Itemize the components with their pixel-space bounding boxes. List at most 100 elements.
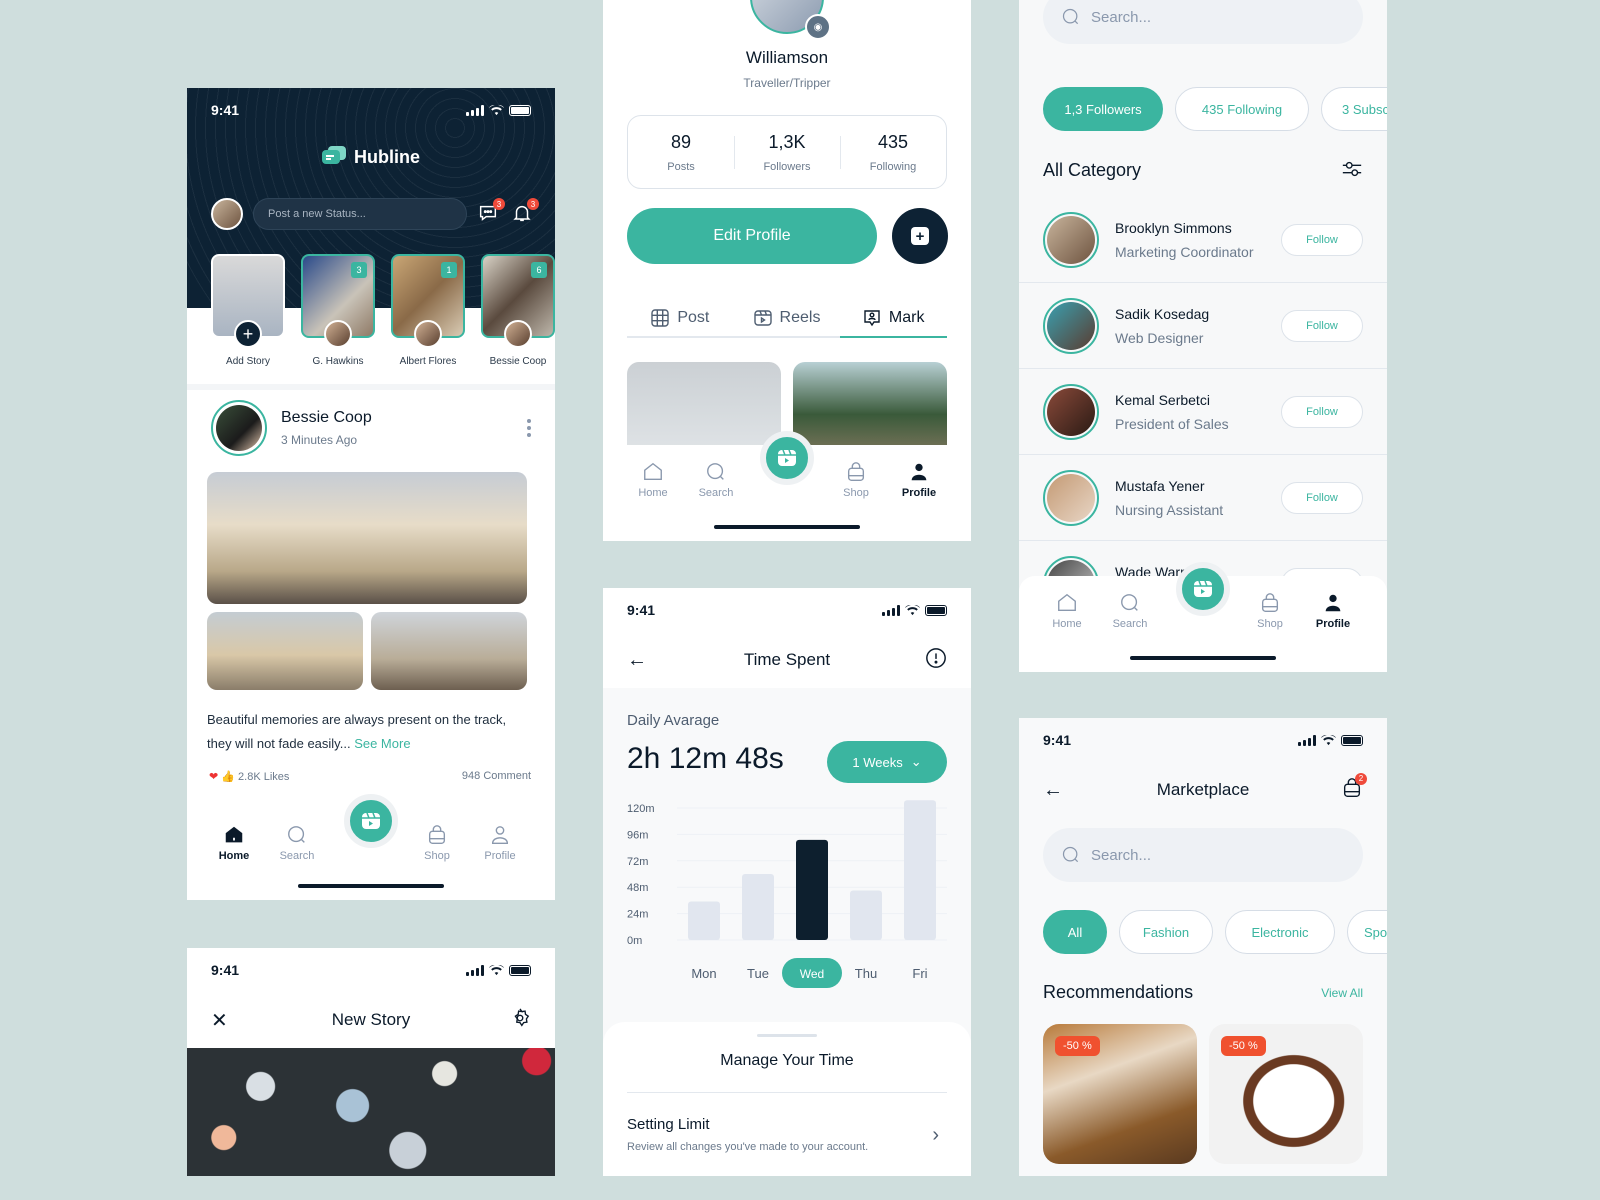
tab-home[interactable]: Home bbox=[204, 824, 264, 862]
story-item[interactable]: 1 Albert Flores bbox=[391, 254, 465, 367]
tab-mark[interactable]: Mark bbox=[840, 300, 948, 338]
x-tick-label[interactable]: Tue bbox=[747, 966, 769, 981]
filter-icon[interactable] bbox=[1341, 158, 1363, 185]
bar-wed[interactable] bbox=[796, 839, 828, 940]
story-item[interactable]: 3 G. Hawkins bbox=[301, 254, 375, 367]
tab-shop[interactable]: Shop bbox=[1240, 592, 1300, 630]
tab-home[interactable]: Home bbox=[623, 461, 683, 499]
reels-icon bbox=[362, 812, 380, 829]
avatar[interactable] bbox=[1043, 211, 1099, 268]
tab-profile[interactable]: Profile bbox=[889, 461, 949, 499]
follow-button[interactable]: Follow bbox=[1281, 395, 1363, 428]
tab-profile[interactable]: Profile bbox=[1303, 592, 1363, 630]
cart-badge: 2 bbox=[1355, 772, 1367, 785]
period-dropdown[interactable]: 1 Weeks ⌄ bbox=[827, 741, 947, 783]
tab-search[interactable]: Search bbox=[1100, 592, 1160, 630]
search-input[interactable]: Search... bbox=[1043, 828, 1363, 882]
person-row: Sadik Kosedag Web Designer Follow bbox=[1019, 283, 1387, 369]
tab-search[interactable]: Search bbox=[686, 461, 746, 499]
x-tick-label[interactable]: Fri bbox=[912, 966, 927, 981]
y-tick-label: 120m bbox=[627, 803, 655, 815]
status-composer: Post a new Status... 3 3 bbox=[211, 198, 539, 230]
close-icon[interactable]: ✕ bbox=[211, 1008, 228, 1033]
search-icon bbox=[1062, 846, 1079, 863]
back-arrow-icon[interactable]: ← bbox=[1043, 779, 1063, 802]
post-author-avatar[interactable] bbox=[211, 400, 267, 456]
reels-icon bbox=[778, 449, 796, 466]
sheet-handle[interactable] bbox=[757, 1034, 817, 1037]
reels-button[interactable] bbox=[1176, 562, 1230, 616]
camera-icon[interactable]: ◉ bbox=[805, 14, 831, 40]
search-input[interactable]: Search... bbox=[1043, 0, 1363, 44]
story-add[interactable]: + Add Story bbox=[211, 254, 285, 367]
bar-tue[interactable] bbox=[742, 874, 774, 940]
product-card[interactable]: -50 % bbox=[1209, 1024, 1363, 1164]
info-icon[interactable] bbox=[925, 647, 947, 674]
messages-button[interactable]: 3 bbox=[477, 198, 505, 226]
x-tick-label[interactable]: Wed bbox=[800, 967, 824, 981]
grid-icon bbox=[651, 309, 670, 327]
follow-button[interactable]: Follow bbox=[1281, 309, 1363, 342]
chip-all[interactable]: All bbox=[1043, 910, 1107, 954]
y-tick-label: 72m bbox=[627, 856, 648, 868]
avatar[interactable] bbox=[1043, 297, 1099, 354]
new-story-header: ✕ New Story bbox=[187, 992, 555, 1048]
avatar[interactable] bbox=[211, 198, 243, 230]
comments-count[interactable]: 948 Comment bbox=[462, 770, 531, 783]
likes-count[interactable]: ❤ 👍 2.8K Likes bbox=[209, 770, 289, 783]
post-author[interactable]: Bessie Coop bbox=[281, 409, 372, 427]
setting-limit-row[interactable]: Setting Limit Review all changes you've … bbox=[627, 1116, 947, 1153]
notifications-button[interactable]: 3 bbox=[511, 198, 539, 226]
tab-reels[interactable]: Reels bbox=[734, 300, 841, 336]
follow-button[interactable]: Follow bbox=[1281, 223, 1363, 256]
product-card[interactable]: -50 % bbox=[1043, 1024, 1197, 1164]
chip-subscribers[interactable]: 3 Subscribers bbox=[1321, 87, 1387, 131]
tab-home[interactable]: Home bbox=[1037, 592, 1097, 630]
post-image[interactable] bbox=[207, 472, 527, 604]
reels-button[interactable] bbox=[760, 431, 814, 485]
see-more-link[interactable]: See More bbox=[354, 736, 410, 751]
tab-search[interactable]: Search bbox=[267, 824, 327, 862]
stat-following[interactable]: 435 Following bbox=[840, 132, 946, 173]
chip-following[interactable]: 435 Following bbox=[1175, 87, 1309, 131]
edit-profile-button[interactable]: Edit Profile bbox=[627, 208, 877, 264]
status-input[interactable]: Post a new Status... bbox=[253, 198, 467, 230]
y-tick-label: 0m bbox=[627, 935, 642, 947]
post-image[interactable] bbox=[207, 612, 363, 690]
chip-electronic[interactable]: Electronic bbox=[1225, 910, 1335, 954]
cart-button[interactable]: 2 bbox=[1341, 772, 1367, 804]
tab-shop[interactable]: Shop bbox=[407, 824, 467, 862]
follow-button[interactable]: Follow bbox=[1281, 481, 1363, 514]
tab-post[interactable]: Post bbox=[627, 300, 734, 336]
more-options-icon[interactable] bbox=[527, 419, 531, 437]
chip-sport[interactable]: Sport bbox=[1347, 910, 1387, 954]
stat-followers[interactable]: 1,3K Followers bbox=[734, 132, 840, 173]
post-image[interactable] bbox=[371, 612, 527, 690]
tab-shop[interactable]: Shop bbox=[826, 461, 886, 499]
x-tick-label[interactable]: Mon bbox=[691, 966, 716, 981]
bar-mon[interactable] bbox=[688, 901, 720, 941]
stories-row: + Add Story 3 G. Hawkins 1 Albert Flores… bbox=[211, 254, 555, 367]
bottom-tab-bar: Home Search Shop Profile bbox=[1019, 562, 1387, 672]
chip-followers[interactable]: 1,3 Followers bbox=[1043, 87, 1163, 131]
add-post-button[interactable]: + bbox=[892, 208, 948, 264]
view-all-link[interactable]: View All bbox=[1321, 986, 1363, 1000]
chat-logo-icon bbox=[322, 146, 346, 164]
chip-fashion[interactable]: Fashion bbox=[1119, 910, 1213, 954]
story-name: Albert Flores bbox=[399, 356, 457, 367]
gear-icon[interactable] bbox=[509, 1007, 531, 1034]
avatar[interactable] bbox=[1043, 383, 1099, 440]
avatar[interactable] bbox=[1043, 469, 1099, 526]
tab-profile[interactable]: Profile bbox=[470, 824, 530, 862]
stat-posts[interactable]: 89 Posts bbox=[628, 132, 734, 173]
bar-thu[interactable] bbox=[850, 890, 882, 941]
x-tick-label[interactable]: Thu bbox=[855, 966, 877, 981]
story-camera-preview[interactable] bbox=[187, 1048, 555, 1176]
setting-description: Review all changes you've made to your a… bbox=[627, 1141, 869, 1153]
bottom-tab-bar: Home Search Shop Profile bbox=[603, 431, 971, 541]
story-item[interactable]: 6 Bessie Coop bbox=[481, 254, 555, 367]
profile-stats: 89 Posts 1,3K Followers 435 Following bbox=[627, 115, 947, 189]
back-arrow-icon[interactable]: ← bbox=[627, 649, 647, 672]
bar-fri[interactable] bbox=[904, 800, 936, 940]
reels-button[interactable] bbox=[344, 794, 398, 848]
